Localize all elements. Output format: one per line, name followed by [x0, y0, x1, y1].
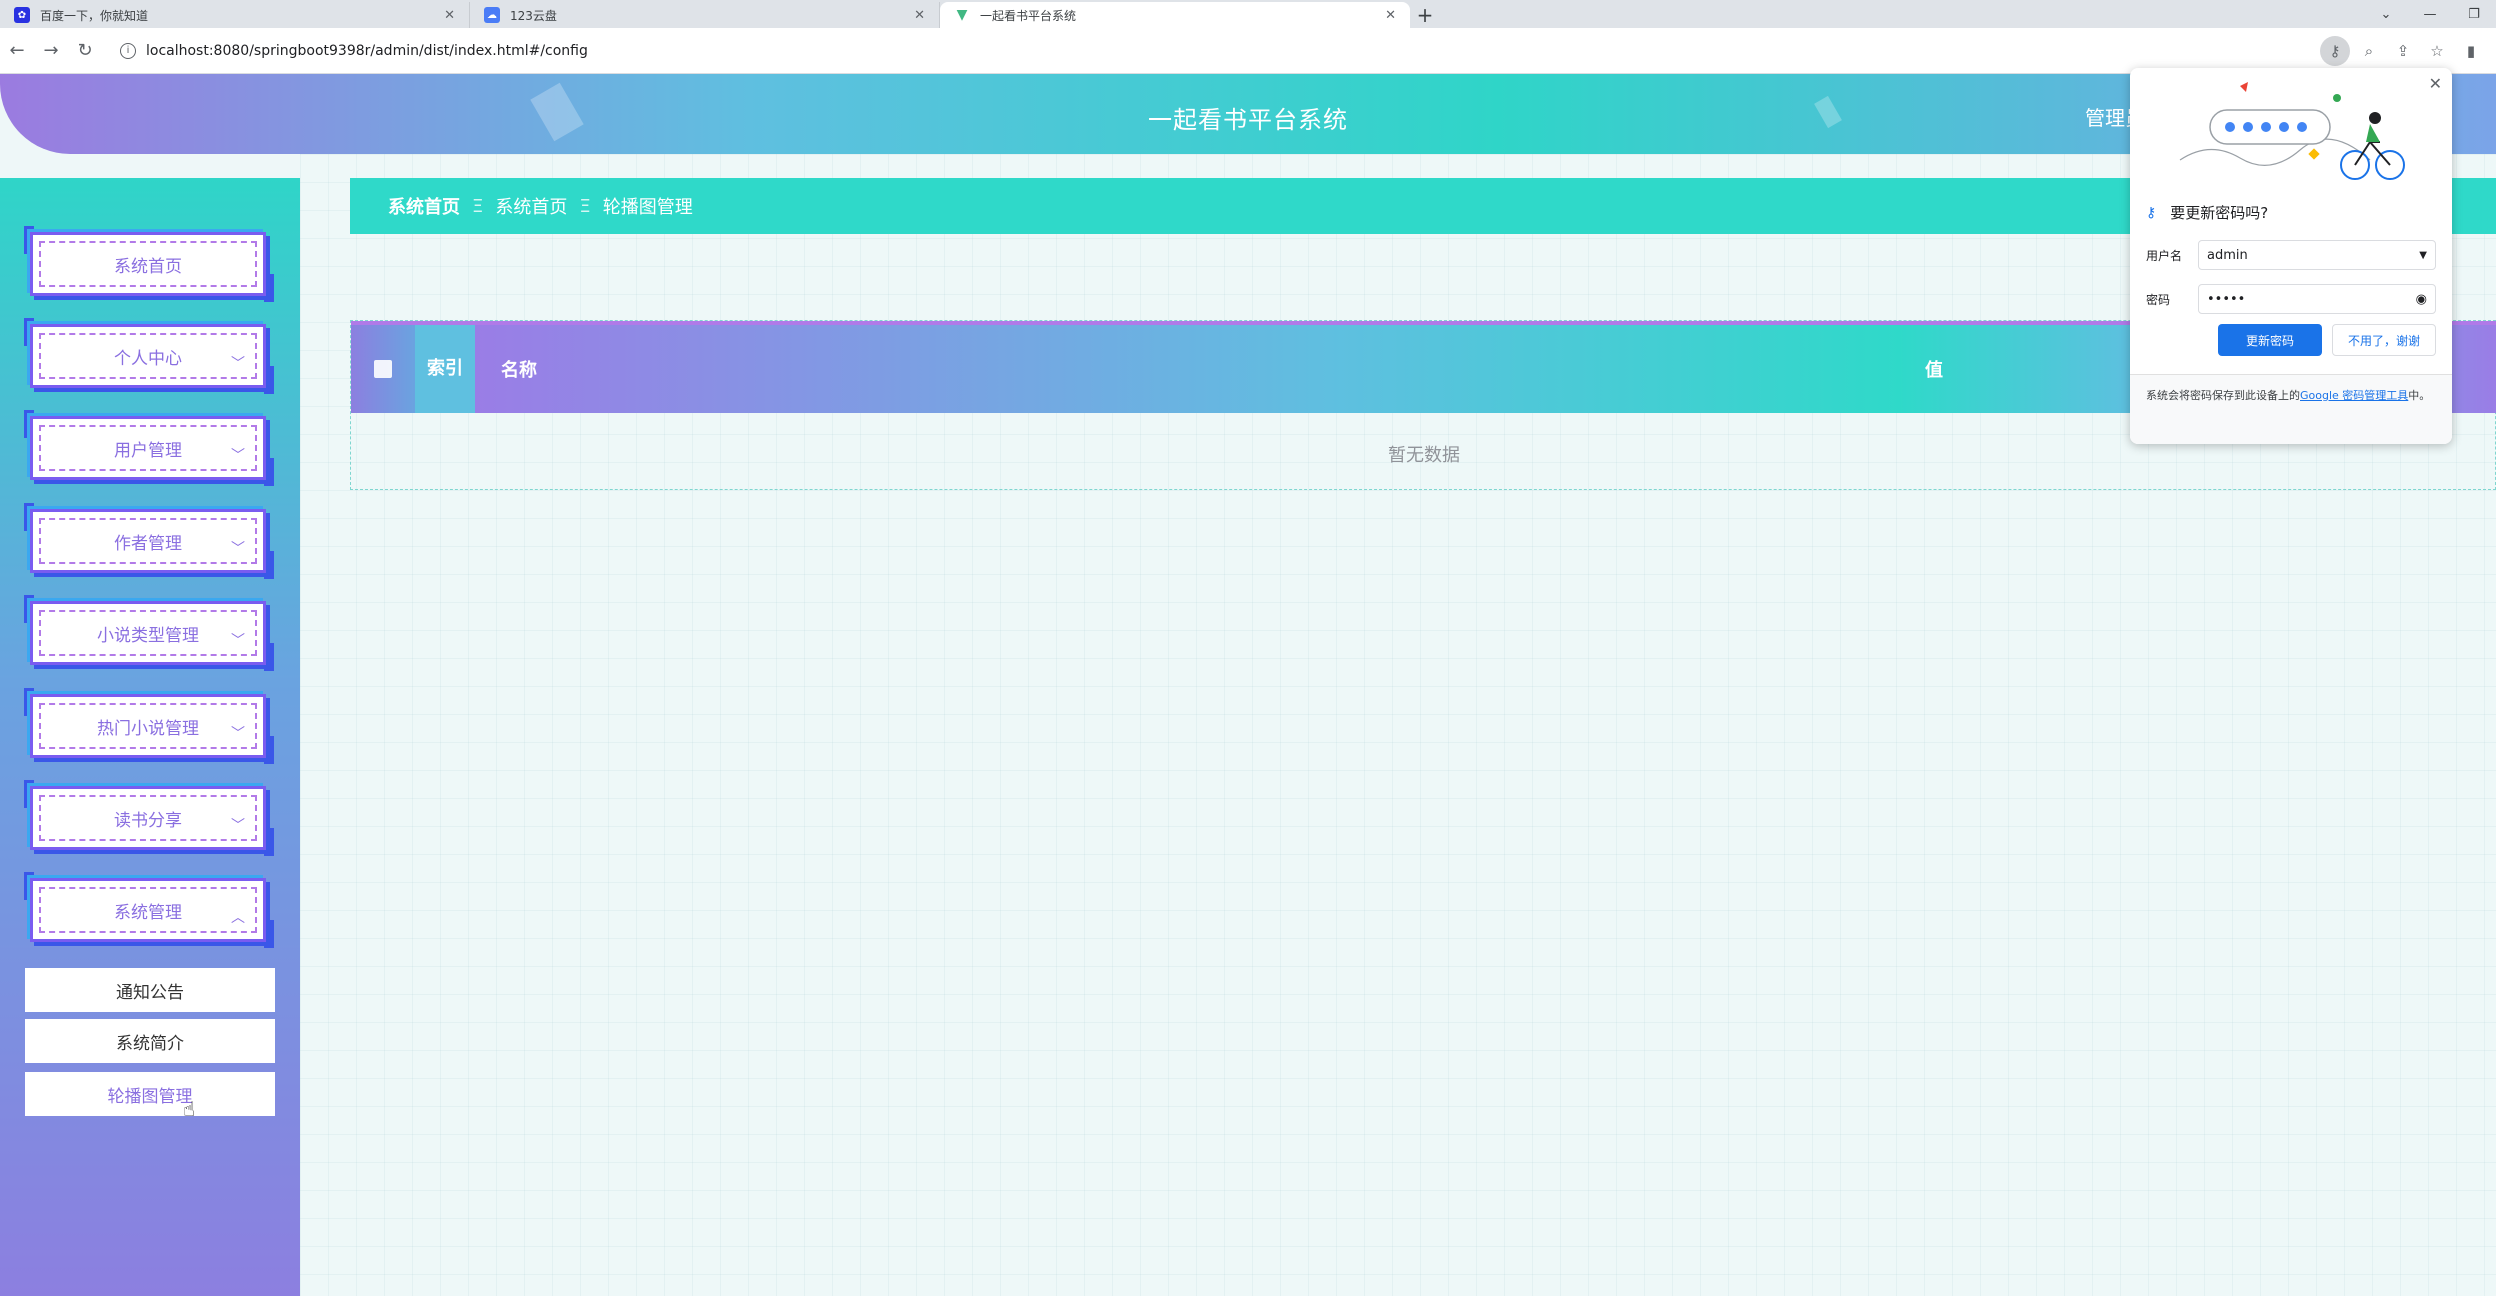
- password-label: 密码: [2146, 292, 2171, 307]
- tab-title: 123云盘: [510, 8, 557, 23]
- sidebar-item-reading-share[interactable]: 读书分享 ﹀: [24, 780, 274, 856]
- app-header: 一起看书平台系统 管理员: [0, 74, 2496, 154]
- username-value: admin: [2207, 247, 2248, 263]
- window-controls: ⌄ — ❐: [2364, 0, 2496, 28]
- password-popup-footer: 系统会将密码保存到此设备上的Google 密码管理工具中。: [2130, 374, 2452, 444]
- password-popup-title: ⚷ 要更新密码吗?: [2146, 202, 2268, 223]
- breadcrumb-item[interactable]: 系统首页: [495, 193, 567, 219]
- footer-suffix: 中。: [2408, 389, 2431, 402]
- close-icon[interactable]: ✕: [2429, 74, 2442, 93]
- breadcrumb-separator: Ξ: [579, 195, 591, 217]
- sidebar-subitem-system-intro[interactable]: 系统简介: [25, 1019, 275, 1063]
- vue-icon: ▼: [956, 7, 968, 23]
- sidebar-item-label: 热门小说管理: [97, 718, 199, 739]
- table-empty-text: 暂无数据: [1388, 445, 1460, 466]
- sidebar-item-label: 读书分享: [114, 810, 182, 831]
- username-label: 用户名: [2146, 248, 2183, 263]
- column-header-name[interactable]: 名称: [475, 325, 1899, 413]
- dropdown-caret-icon: ▼: [2419, 249, 2427, 261]
- sidebar-item-novel-type-management[interactable]: 小说类型管理 ﹀: [24, 595, 274, 671]
- chevron-up-icon: ︿: [231, 910, 245, 926]
- menu-frame: 系统管理 ︿: [30, 878, 266, 942]
- reload-icon[interactable]: ↻: [68, 34, 102, 68]
- sidebar-item-system-management[interactable]: 系统管理 ︿: [24, 872, 274, 948]
- browser-tab-active[interactable]: ▼ 一起看书平台系统 ✕: [940, 2, 1410, 28]
- new-tab-button[interactable]: +: [1410, 2, 1440, 28]
- url-text: localhost:8080/springboot9398r/admin/dis…: [146, 42, 588, 59]
- baidu-icon: ✿: [14, 7, 30, 23]
- update-password-button[interactable]: 更新密码: [2218, 324, 2322, 356]
- address-bar: ← → ↻ i localhost:8080/springboot9398r/a…: [0, 28, 2496, 74]
- back-icon[interactable]: ←: [0, 34, 34, 68]
- chevron-down-icon: ﹀: [231, 541, 245, 557]
- username-row: 用户名 admin ▼: [2146, 240, 2436, 270]
- select-all-checkbox-cell: [351, 325, 415, 413]
- sidebar-item-label: 作者管理: [114, 533, 182, 554]
- breadcrumb-item-current: 轮播图管理: [602, 197, 693, 218]
- sidebar-item-label: 系统首页: [114, 256, 182, 277]
- password-illustration: [2179, 82, 2405, 180]
- sidebar-item-personal-center[interactable]: 个人中心 ﹀: [24, 318, 274, 394]
- zoom-icon[interactable]: ⌕: [2354, 36, 2384, 66]
- close-tab-icon[interactable]: ✕: [1385, 8, 1396, 23]
- minimize-icon[interactable]: —: [2408, 0, 2452, 28]
- browser-tab-bar: ✿ 百度一下，你就知道 ✕ ☁ 123云盘 ✕ ▼ 一起看书平台系统 ✕ + ⌄…: [0, 0, 2496, 28]
- menu-frame: 系统首页: [30, 232, 266, 296]
- tab-title: 一起看书平台系统: [980, 8, 1077, 23]
- site-info-icon[interactable]: i: [120, 42, 136, 59]
- footer-text: 系统会将密码保存到此设备上的: [2146, 389, 2300, 402]
- sidebar-item-label: 用户管理: [114, 440, 182, 461]
- sidebar-item-author-management[interactable]: 作者管理 ﹀: [24, 503, 274, 579]
- browser-tab-123pan[interactable]: ☁ 123云盘 ✕: [470, 2, 940, 28]
- column-header-index: 索引: [415, 325, 475, 413]
- chevron-down-icon: ﹀: [231, 356, 245, 372]
- sidebar-item-hot-novel-management[interactable]: 热门小说管理 ﹀: [24, 688, 274, 764]
- tab-title: 百度一下，你就知道: [40, 8, 149, 23]
- sidebar-subitem-notice[interactable]: 通知公告: [25, 968, 275, 1012]
- cloud-drive-icon: ☁: [484, 7, 500, 23]
- side-panel-icon[interactable]: ▮: [2456, 36, 2486, 66]
- select-all-checkbox[interactable]: [374, 360, 392, 378]
- url-field[interactable]: i localhost:8080/springboot9398r/admin/d…: [110, 34, 2312, 68]
- chevron-down-icon: ﹀: [231, 726, 245, 742]
- sidebar-item-label: 个人中心: [114, 348, 182, 369]
- show-password-eye-icon[interactable]: ◉: [2416, 292, 2427, 307]
- username-select[interactable]: admin ▼: [2198, 240, 2436, 270]
- chevron-down-icon: ﹀: [231, 448, 245, 464]
- restore-icon[interactable]: ❐: [2452, 0, 2496, 28]
- chevron-down-icon: ﹀: [231, 633, 245, 649]
- popup-title-text: 要更新密码吗?: [2170, 204, 2269, 222]
- password-row: 密码 ••••• ◉: [2146, 284, 2436, 314]
- toolbar-icons: ⚷ ⌕ ⇪ ☆ ▮: [2320, 35, 2486, 66]
- sidebar-item-label: 小说类型管理: [97, 625, 199, 646]
- menu-frame: 个人中心 ﹀: [30, 324, 266, 388]
- sidebar-subitem-carousel-management[interactable]: 轮播图管理: [25, 1072, 275, 1116]
- sidebar-item-home[interactable]: 系统首页: [24, 226, 274, 302]
- menu-frame: 热门小说管理 ﹀: [30, 694, 266, 758]
- share-icon[interactable]: ⇪: [2388, 36, 2418, 66]
- password-value: •••••: [2207, 291, 2246, 307]
- password-update-popup: ✕ ⚷ 要更新密码吗? 用户名 admin ▼ 密码 ••••• ◉ 更新密码: [2130, 68, 2452, 444]
- breadcrumb-home[interactable]: 系统首页: [388, 193, 460, 219]
- menu-frame: 读书分享 ﹀: [30, 786, 266, 850]
- password-key-icon[interactable]: ⚷: [2320, 35, 2350, 66]
- chevron-down-icon: ﹀: [231, 818, 245, 834]
- key-icon: ⚷: [2146, 204, 2157, 221]
- password-manager-link[interactable]: Google 密码管理工具: [2300, 389, 2408, 402]
- sidebar-item-label: 系统管理: [114, 902, 182, 923]
- hand-cursor-icon: ☝: [183, 1097, 196, 1121]
- no-thanks-button[interactable]: 不用了，谢谢: [2332, 324, 2436, 356]
- close-tab-icon[interactable]: ✕: [914, 8, 925, 23]
- bookmark-star-icon[interactable]: ☆: [2422, 36, 2452, 66]
- menu-frame: 用户管理 ﹀: [30, 416, 266, 480]
- menu-frame: 作者管理 ﹀: [30, 509, 266, 573]
- breadcrumb-separator: Ξ: [472, 195, 484, 217]
- browser-tab-baidu[interactable]: ✿ 百度一下，你就知道 ✕: [0, 2, 470, 28]
- password-field[interactable]: ••••• ◉: [2198, 284, 2436, 314]
- close-tab-icon[interactable]: ✕: [444, 8, 455, 23]
- menu-frame: 小说类型管理 ﹀: [30, 601, 266, 665]
- sidebar-item-user-management[interactable]: 用户管理 ﹀: [24, 410, 274, 486]
- tab-search-icon[interactable]: ⌄: [2364, 0, 2408, 28]
- forward-icon[interactable]: →: [34, 34, 68, 68]
